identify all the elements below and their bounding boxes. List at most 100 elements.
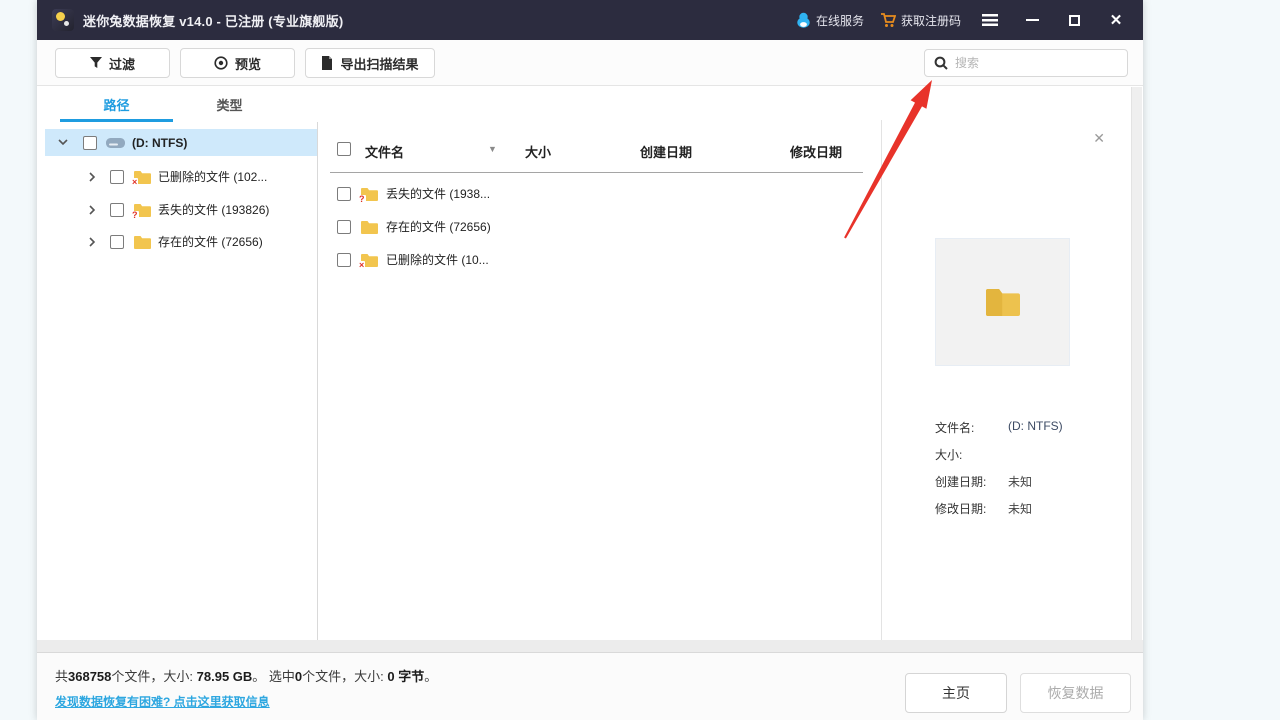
detail-name-label: 文件名: [935, 421, 974, 435]
chevron-right-icon[interactable] [86, 172, 98, 182]
minimize-button[interactable] [1019, 7, 1045, 33]
tree-list-divider [317, 122, 318, 640]
tree-drive-label: (D: NTFS) [132, 136, 187, 150]
drive-icon [106, 137, 125, 149]
tab-path[interactable]: 路径 [60, 87, 173, 122]
maximize-button[interactable] [1061, 7, 1087, 33]
close-button[interactable]: ✕ [1103, 7, 1129, 33]
online-service-label: 在线服务 [816, 12, 864, 29]
export-results-label: 导出扫描结果 [340, 54, 418, 73]
tree-lost-checkbox[interactable] [110, 203, 124, 217]
row-label: 存在的文件 (72656) [386, 218, 491, 235]
column-name[interactable]: 文件名 [365, 142, 404, 161]
window-title: 迷你兔数据恢复 v14.0 - 已注册 (专业旗舰版) [83, 11, 343, 30]
online-service-link[interactable]: 在线服务 [796, 12, 864, 29]
detail-modified-value: 未知 [1008, 500, 1032, 517]
row-checkbox[interactable] [337, 220, 351, 234]
preview-eye-icon [214, 56, 228, 70]
folder-deleted-icon: × [134, 170, 151, 184]
deleted-badge: × [131, 178, 138, 187]
search-input[interactable] [955, 56, 1118, 70]
chevron-right-icon[interactable] [86, 237, 98, 247]
preview-button[interactable]: 预览 [180, 48, 295, 78]
get-license-link[interactable]: 获取注册码 [880, 12, 961, 29]
filter-label: 过滤 [109, 54, 135, 73]
detail-created-value: 未知 [1008, 473, 1032, 490]
get-license-label: 获取注册码 [901, 12, 961, 29]
row-checkbox[interactable] [337, 253, 351, 267]
tree-deleted-checkbox[interactable] [110, 170, 124, 184]
export-results-button[interactable]: 导出扫描结果 [305, 48, 435, 78]
recover-data-button[interactable]: 恢复数据 [1020, 673, 1131, 713]
tree-lost-label: 丢失的文件 (193826) [158, 201, 269, 218]
list-header: 文件名 ▼ 大小 创建日期 修改日期 [330, 138, 881, 164]
export-file-icon [321, 56, 333, 70]
row-label: 已删除的文件 (10... [386, 251, 489, 268]
deleted-badge: × [358, 261, 365, 270]
column-created[interactable]: 创建日期 [640, 142, 692, 161]
lost-badge: ? [358, 195, 366, 204]
tree-node-deleted-files[interactable]: × 已删除的文件 (102... [45, 163, 317, 190]
chevron-right-icon[interactable] [86, 205, 98, 215]
detail-created-label: 创建日期: [935, 475, 986, 489]
column-modified[interactable]: 修改日期 [790, 142, 842, 161]
tab-type[interactable]: 类型 [173, 87, 286, 122]
folder-icon [984, 286, 1022, 318]
file-list: 文件名 ▼ 大小 创建日期 修改日期 ? 丢失的文件 (1938... [330, 122, 881, 640]
tab-type-label: 类型 [216, 95, 242, 114]
cart-icon [880, 13, 896, 28]
preview-close-icon[interactable]: ✕ [1093, 131, 1105, 145]
table-row[interactable]: 存在的文件 (72656) [330, 213, 881, 240]
detail-name-value: (D: NTFS) [1008, 419, 1063, 433]
bottom-bar: 共368758个文件，大小: 78.95 GB。 选中0个文件，大小: 0 字节… [37, 652, 1143, 720]
filter-funnel-icon [90, 57, 102, 69]
detail-size-label: 大小: [935, 448, 962, 462]
table-row[interactable]: ? 丢失的文件 (1938... [330, 180, 881, 207]
table-row[interactable]: × 已删除的文件 (10... [330, 246, 881, 273]
tab-path-label: 路径 [103, 95, 129, 114]
content-bottom-strip [37, 640, 1143, 652]
filter-button[interactable]: 过滤 [55, 48, 170, 78]
chevron-down-icon[interactable] [57, 139, 69, 146]
tree-drive-checkbox[interactable] [83, 136, 97, 150]
close-icon: ✕ [1110, 13, 1123, 28]
content-area: 路径 类型 (D: NTFS) [37, 87, 1143, 640]
lost-badge: ? [131, 211, 139, 220]
search-box[interactable] [924, 49, 1128, 77]
header-divider [330, 172, 863, 173]
folder-lost-icon: ? [134, 203, 151, 217]
search-icon [934, 56, 948, 70]
column-size[interactable]: 大小 [525, 142, 551, 161]
tree-node-existing-files[interactable]: 存在的文件 (72656) [45, 228, 317, 255]
row-label: 丢失的文件 (1938... [386, 185, 490, 202]
hamburger-icon [982, 14, 998, 26]
tree-existing-checkbox[interactable] [110, 235, 124, 249]
preview-label: 预览 [235, 54, 261, 73]
folder-tree: (D: NTFS) × 已删除的文件 (102... [45, 122, 317, 640]
vertical-scrollbar[interactable] [1131, 87, 1142, 652]
tree-node-lost-files[interactable]: ? 丢失的文件 (193826) [45, 196, 317, 223]
toolbar: 过滤 预览 导出扫描结果 [37, 40, 1143, 86]
select-all-checkbox[interactable] [337, 142, 351, 156]
row-checkbox[interactable] [337, 187, 351, 201]
status-text: 共368758个文件，大小: 78.95 GB。 选中0个文件，大小: 0 字节… [55, 666, 437, 685]
detail-modified-label: 修改日期: [935, 502, 986, 516]
home-button[interactable]: 主页 [905, 673, 1007, 713]
app-window: 迷你兔数据恢复 v14.0 - 已注册 (专业旗舰版) 在线服务 获取注册码 [37, 0, 1143, 720]
minimize-icon [1026, 19, 1039, 21]
folder-lost-icon: ? [361, 187, 378, 201]
app-logo-icon [52, 9, 74, 31]
folder-icon [134, 235, 151, 249]
sort-arrow-icon[interactable]: ▼ [488, 144, 497, 154]
menu-button[interactable] [977, 7, 1003, 33]
tree-deleted-label: 已删除的文件 (102... [158, 168, 267, 185]
titlebar: 迷你兔数据恢复 v14.0 - 已注册 (专业旗舰版) 在线服务 获取注册码 [37, 0, 1143, 40]
help-link[interactable]: 发现数据恢复有困难? 点击这里获取信息 [55, 693, 270, 710]
maximize-icon [1069, 15, 1080, 26]
preview-panel: ✕ 文件名: (D: NTFS) 大小: 创建日期: 未知 修改日期: [882, 87, 1131, 640]
tree-node-drive[interactable]: (D: NTFS) [45, 129, 317, 156]
tree-existing-label: 存在的文件 (72656) [158, 233, 263, 250]
preview-thumbnail [935, 238, 1070, 366]
qq-penguin-icon [796, 12, 811, 28]
folder-deleted-icon: × [361, 253, 378, 267]
